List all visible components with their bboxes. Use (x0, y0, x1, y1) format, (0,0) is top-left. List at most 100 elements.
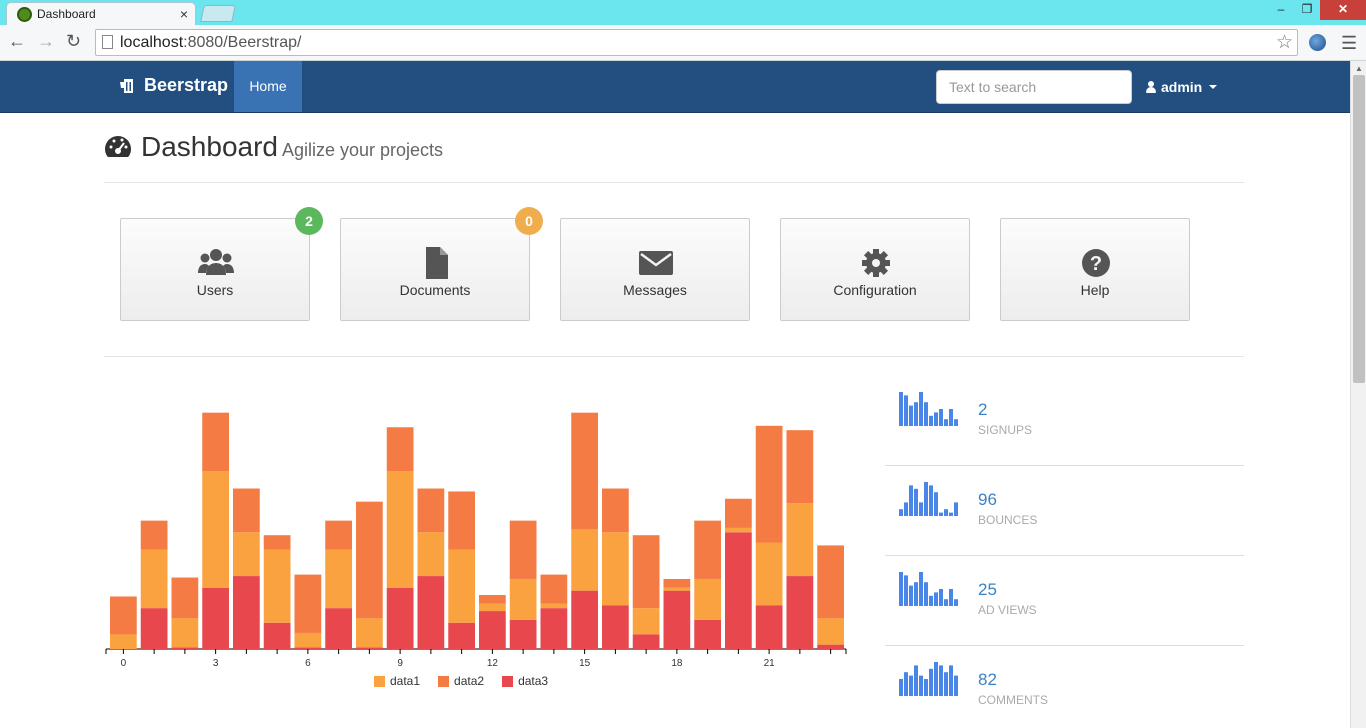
bar-data1[interactable] (140, 549, 168, 609)
bar-data1[interactable] (386, 471, 414, 588)
globe-icon[interactable] (1309, 34, 1326, 51)
bar-data1[interactable] (110, 634, 137, 649)
bar-data1[interactable] (571, 529, 598, 591)
bar-data3[interactable] (694, 619, 721, 649)
bar-data3[interactable] (233, 576, 260, 649)
bar-data1[interactable] (817, 618, 844, 645)
browser-tab[interactable]: Dashboard × (6, 2, 196, 25)
bar-data1[interactable] (356, 618, 383, 648)
bar-data3[interactable] (663, 590, 691, 649)
bar-data3[interactable] (448, 622, 475, 649)
address-bar[interactable]: localhost:8080/Beerstrap/ ☆ (95, 29, 1298, 56)
bar-data2[interactable] (325, 520, 352, 550)
page-scrollbar[interactable]: ▲ (1350, 61, 1366, 728)
user-menu[interactable]: admin (1146, 79, 1218, 95)
bar-data1[interactable] (632, 608, 660, 635)
bar-data1[interactable] (325, 549, 352, 609)
bar-data3[interactable] (171, 647, 199, 649)
bar-data3[interactable] (479, 611, 506, 649)
tile-help[interactable]: ? Help (1000, 218, 1190, 321)
bar-data1[interactable] (755, 542, 783, 606)
bar-data2[interactable] (571, 412, 598, 530)
bar-data2[interactable] (540, 574, 568, 604)
bar-data1[interactable] (694, 578, 721, 620)
bookmark-star-icon[interactable]: ☆ (1276, 30, 1293, 55)
bar-data3[interactable] (140, 608, 168, 649)
close-window-button[interactable]: ✕ (1320, 0, 1366, 20)
bar-data2[interactable] (202, 412, 229, 472)
bar-data2[interactable] (233, 488, 260, 533)
legend-item[interactable]: data3 (502, 674, 548, 688)
bar-data2[interactable] (817, 545, 844, 619)
bar-data2[interactable] (602, 488, 629, 533)
bar-data2[interactable] (110, 596, 137, 635)
bar-data2[interactable] (632, 535, 660, 609)
bar-data3[interactable] (294, 647, 322, 649)
bar-data3[interactable] (356, 647, 383, 649)
reload-icon[interactable]: ↻ (66, 31, 81, 52)
tile-configuration[interactable]: Configuration (780, 218, 970, 321)
bar-data1[interactable] (509, 578, 537, 620)
search-input[interactable] (936, 70, 1132, 104)
bar-data1[interactable] (448, 549, 475, 623)
bar-data3[interactable] (509, 619, 537, 649)
bar-data3[interactable] (602, 605, 629, 649)
menu-icon[interactable]: ☰ (1341, 33, 1357, 54)
bar-data2[interactable] (263, 535, 291, 550)
bar-data2[interactable] (786, 430, 814, 504)
bar-data3[interactable] (725, 532, 752, 649)
minimize-button[interactable]: – (1268, 0, 1294, 20)
back-icon[interactable]: ← (8, 31, 26, 52)
bar-data2[interactable] (140, 520, 168, 550)
tile-users[interactable]: Users 2 (120, 207, 323, 321)
bar-data3[interactable] (786, 576, 814, 649)
bar-data3[interactable] (386, 587, 414, 649)
bar-data2[interactable] (725, 498, 752, 528)
bar-data1[interactable] (602, 532, 629, 606)
bar-data1[interactable] (417, 532, 445, 577)
scroll-up-icon[interactable]: ▲ (1355, 64, 1363, 73)
bar-data2[interactable] (356, 501, 383, 619)
bar-data3[interactable] (417, 576, 445, 649)
tile-documents[interactable]: Documents 0 (340, 207, 543, 321)
legend-item[interactable]: data1 (374, 674, 420, 688)
bar-data2[interactable] (694, 520, 721, 579)
bar-data1[interactable] (171, 618, 199, 648)
bar-data1[interactable] (294, 632, 322, 648)
bar-data3[interactable] (817, 644, 844, 649)
bar-data3[interactable] (571, 590, 598, 649)
tab-close-icon[interactable]: × (180, 3, 188, 25)
stat-value[interactable]: 96 (978, 490, 997, 510)
bar-data1[interactable] (786, 503, 814, 577)
bar-data2[interactable] (171, 577, 199, 619)
legend-item[interactable]: data2 (438, 674, 484, 688)
bar-data1[interactable] (263, 549, 291, 623)
brand-link[interactable]: Beerstrap (120, 75, 228, 96)
nav-home[interactable]: Home (234, 61, 302, 112)
bar-data2[interactable] (755, 425, 783, 543)
bar-data1[interactable] (479, 603, 506, 612)
bar-data1[interactable] (202, 471, 229, 588)
scrollbar-thumb[interactable] (1353, 75, 1365, 383)
bar-data3[interactable] (632, 634, 660, 649)
bar-data1[interactable] (233, 532, 260, 577)
bar-data2[interactable] (448, 491, 475, 550)
bar-data2[interactable] (294, 574, 322, 633)
bar-data3[interactable] (755, 605, 783, 649)
bar-data2[interactable] (417, 488, 445, 533)
bar-data1[interactable] (540, 603, 568, 609)
stat-value[interactable]: 82 (978, 670, 997, 690)
bar-data3[interactable] (263, 622, 291, 649)
bar-data3[interactable] (325, 608, 352, 649)
bar-data2[interactable] (479, 595, 506, 604)
new-tab-button[interactable] (200, 5, 236, 22)
bar-data2[interactable] (386, 427, 414, 472)
restore-button[interactable]: ❐ (1294, 0, 1320, 20)
bar-data2[interactable] (509, 520, 537, 579)
bar-data3[interactable] (540, 608, 568, 649)
bar-data1[interactable] (725, 527, 752, 533)
tile-messages[interactable]: Messages (560, 218, 750, 321)
bar-data2[interactable] (663, 578, 691, 588)
bar-data1[interactable] (663, 587, 691, 591)
stat-value[interactable]: 25 (978, 580, 997, 600)
